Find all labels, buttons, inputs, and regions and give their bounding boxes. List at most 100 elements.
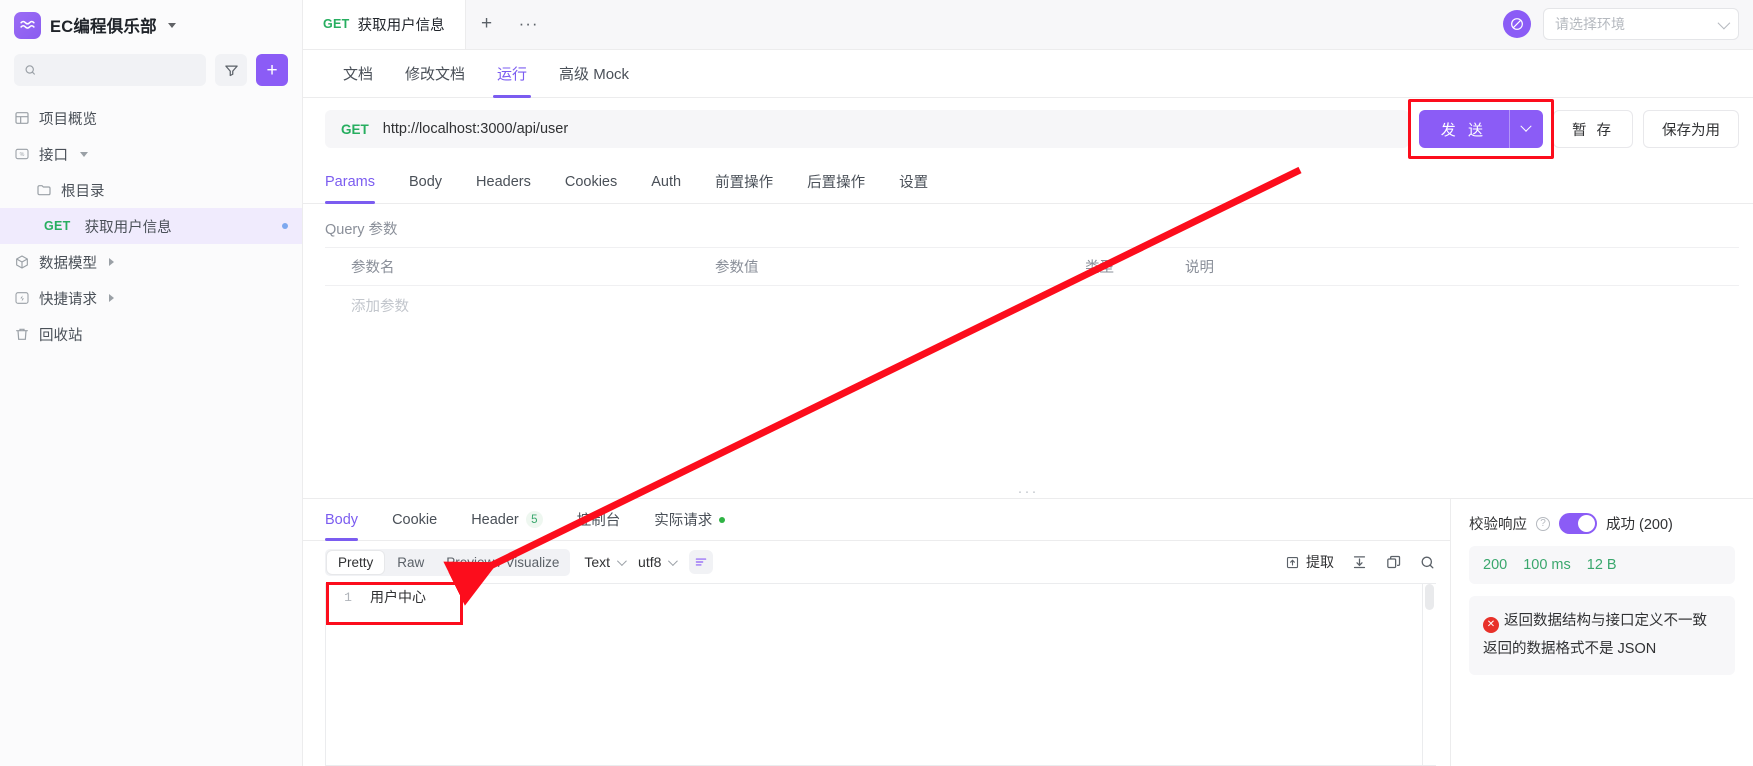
subtab-run[interactable]: 运行 [481,50,543,98]
query-params-table: 参数名 参数值 类型 说明 添加参数 [325,247,1739,324]
url-field[interactable]: GET http://localhost:3000/api/user [325,110,1409,148]
extract-icon [1286,556,1299,568]
sidebar-item-label: 获取用户信息 [84,219,172,236]
tab-auth[interactable]: Auth [634,160,698,204]
search-icon [25,65,35,75]
question-icon[interactable]: ? [1536,516,1550,531]
globe-icon[interactable] [1503,10,1531,38]
search-icon[interactable] [1419,554,1436,571]
save-draft-button[interactable]: 暂 存 [1552,110,1633,148]
response-time: 100 ms [1523,557,1571,573]
response-tab-header[interactable]: Header 5 [454,499,560,541]
save-as-button[interactable]: 保存为用 [1643,110,1739,148]
subtab-advanced-mock[interactable]: 高级 Mock [543,50,645,98]
tab-post-request[interactable]: 后置操作 [790,160,882,204]
table-row-add-param[interactable]: 添加参数 [325,286,1739,324]
sidebar-item-root-folder[interactable]: 根目录 [0,172,302,208]
format-raw[interactable]: Raw [386,549,435,576]
trash-icon [16,328,28,340]
sidebar-item-recycle-bin[interactable]: 回收站 [0,316,302,352]
sidebar-item-label: 数据模型 [39,255,97,272]
download-icon[interactable] [1351,554,1368,571]
doc-subtabs: 文档 修改文档 运行 高级 Mock [303,50,1753,98]
environment-select[interactable]: 请选择环境 [1543,8,1739,40]
line-number: 1 [344,589,352,605]
brand-name: EC编程俱乐部 [50,18,157,36]
vertical-scrollbar[interactable] [1422,584,1436,765]
response-tab-label: 实际请求 [654,513,713,529]
response-tab-cookie[interactable]: Cookie [375,499,454,541]
sidebar-item-get-user-info[interactable]: GET 获取用户信息 [0,208,302,244]
response-tab-label: 控制台 [576,513,621,529]
tab-cookies[interactable]: Cookies [548,160,634,204]
response-panel: Body Cookie Header 5 控制台 实际请求 Pretty Raw… [303,498,1753,766]
response-size: 12 B [1586,557,1617,573]
panel-resize-handle[interactable]: ··· [303,484,1753,499]
sidebar-item-data-model[interactable]: 数据模型 [0,244,302,280]
folder-icon [37,185,51,196]
response-left: Body Cookie Header 5 控制台 实际请求 Pretty Raw… [303,499,1450,766]
url-input[interactable]: http://localhost:3000/api/user [383,121,568,137]
formatter-toolbar: Pretty Raw Preview / Visualize Text utf8 [303,541,1450,583]
tab-get-user-info[interactable]: GET 获取用户信息 [303,0,466,49]
copy-icon[interactable] [1385,554,1402,571]
sidebar-item-label: 根目录 [61,183,105,200]
request-method: GET [341,121,369,137]
add-param-placeholder[interactable]: 添加参数 [325,295,715,316]
tab-more-button[interactable]: ··· [508,0,550,49]
response-tab-label: Body [325,511,359,528]
content-type-select[interactable]: Text [584,554,627,570]
verify-response-toggle[interactable] [1559,513,1597,534]
tab-pre-request[interactable]: 前置操作 [698,160,790,204]
response-stats-card: 200 100 ms 12 B [1469,546,1735,584]
cube-icon [16,255,28,269]
subtab-doc[interactable]: 文档 [327,50,389,98]
search-input[interactable] [42,61,196,79]
column-header-type: 类型 [1085,260,1114,276]
topbar-right: 请选择环境 [1489,0,1753,49]
tab-settings[interactable]: 设置 [882,160,945,204]
response-status-panel: 校验响应 ? 成功 (200) 200 100 ms 12 B ✕ 返回数据结构与… [1450,499,1753,766]
filter-icon[interactable] [215,54,247,86]
extract-button[interactable]: 提取 [1285,552,1334,572]
format-preview-visualize[interactable]: Preview / Visualize [435,549,570,576]
status-dot-icon [719,516,726,523]
sidebar-item-quick-request[interactable]: 快捷请求 [0,280,302,316]
response-tab-actual-request[interactable]: 实际请求 [637,499,742,541]
warning-text: 返回数据结构与接口定义不一致 [1504,613,1707,629]
tab-headers[interactable]: Headers [459,160,548,204]
column-header-value: 参数值 [715,260,759,276]
method-badge: GET [44,219,71,233]
url-row: GET http://localhost:3000/api/user 发 送 暂… [303,98,1753,160]
chevron-right-icon[interactable] [109,258,114,266]
query-params-label: Query 参数 [325,222,398,238]
sidebar-item-api[interactable]: % 接口 [0,136,302,172]
new-tab-button[interactable]: + [466,0,508,49]
tab-body[interactable]: Body [392,160,459,204]
code-editor[interactable]: 1 用户中心 [325,582,1436,766]
environment-placeholder: 请选择环境 [1555,16,1625,32]
chevron-right-icon[interactable] [109,294,114,302]
add-button[interactable]: + [256,54,288,86]
table-header-row: 参数名 参数值 类型 说明 [325,248,1739,286]
column-header-name: 参数名 [351,260,395,276]
tab-params[interactable]: Params [325,160,392,204]
encoding-value: utf8 [638,554,662,570]
brand-row[interactable]: EC编程俱乐部 [0,0,302,50]
wrap-lines-icon[interactable] [689,550,714,574]
response-tab-console[interactable]: 控制台 [560,499,638,541]
subtab-edit-doc[interactable]: 修改文档 [389,50,481,98]
sidebar-nav: 项目概览 % 接口 根目录 GET 获取用户信息 数据模型 快捷请求 回收站 [0,96,302,352]
send-button[interactable]: 发 送 [1418,110,1509,148]
encoding-select[interactable]: utf8 [638,554,679,570]
response-tab-body[interactable]: Body [325,499,375,541]
sidebar-item-overview[interactable]: 项目概览 [0,100,302,136]
chevron-down-icon[interactable] [80,151,88,157]
warning-line: ✕ 返回数据结构与接口定义不一致 [1483,608,1721,636]
chevron-down-icon[interactable] [167,22,176,28]
tab-method-badge: GET [323,17,350,31]
layout-icon [15,112,29,124]
search-box[interactable] [14,54,206,86]
send-options-button[interactable] [1508,110,1543,148]
format-pretty[interactable]: Pretty [327,550,385,574]
